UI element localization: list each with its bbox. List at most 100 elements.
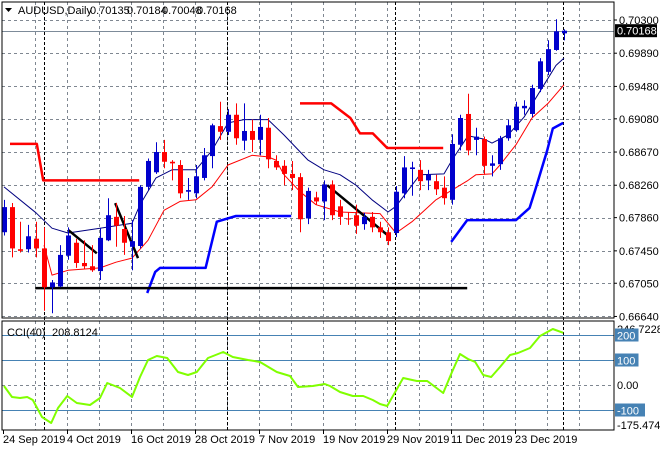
- candle-body: [490, 163, 495, 166]
- candle-body: [130, 241, 135, 247]
- candle-body: [418, 169, 423, 182]
- cci-level-label: 100: [617, 356, 635, 368]
- candle-body: [450, 143, 455, 200]
- trading-chart[interactable]: AUDUSD,Daily 0.70135 0.70184 0.70048 0.7…: [0, 0, 660, 450]
- current-price-label: 0.70168: [617, 26, 657, 38]
- price-label: 0.68670: [619, 147, 659, 159]
- bullish-candle: [146, 158, 151, 191]
- candle-body: [306, 190, 311, 219]
- candle-body: [354, 215, 359, 226]
- cci-value: 208.8124: [52, 327, 98, 339]
- candle-body: [98, 237, 103, 272]
- candle-body: [362, 216, 367, 225]
- date-label: 29 Nov 2019: [387, 434, 449, 446]
- price-label: 0.66640: [619, 311, 659, 323]
- price-label: 0.69890: [619, 48, 659, 60]
- candle-body: [562, 30, 567, 34]
- candle-body: [138, 186, 143, 246]
- bullish-candle: [450, 134, 455, 205]
- bearish-candle: [178, 160, 183, 199]
- price-label: 0.67450: [619, 246, 659, 258]
- date-label: 16 Oct 2019: [131, 434, 191, 446]
- candle-body: [378, 227, 383, 233]
- candle-body: [202, 155, 207, 178]
- date-label: 4 Oct 2019: [67, 434, 121, 446]
- ohlc-high: 0.70184: [127, 5, 167, 17]
- price-label: 0.69480: [619, 81, 659, 93]
- date-label: 23 Dec 2019: [515, 434, 577, 446]
- candle-body: [234, 114, 239, 139]
- candle-body: [26, 236, 31, 250]
- candle-body: [258, 126, 263, 140]
- candle-body: [162, 152, 167, 162]
- candle-body: [146, 160, 151, 187]
- candle-body: [282, 165, 287, 174]
- candle-body: [58, 254, 63, 287]
- candle-body: [434, 181, 439, 190]
- candle-body: [114, 216, 119, 226]
- current-price-tag: 0.70168: [615, 24, 657, 38]
- candle-body: [170, 161, 175, 164]
- candle-body: [466, 113, 471, 151]
- price-label: 0.68260: [619, 180, 659, 192]
- candle-body: [42, 248, 47, 288]
- candle-body: [178, 164, 183, 194]
- candle-body: [514, 106, 519, 131]
- date-label: 28 Oct 2019: [195, 434, 255, 446]
- date-label: 19 Nov 2019: [323, 434, 385, 446]
- candle-body: [34, 238, 39, 249]
- chart-header: AUDUSD,Daily 0.70135 0.70184 0.70048 0.7…: [5, 5, 237, 17]
- bullish-candle: [394, 186, 399, 238]
- candle-body: [250, 130, 255, 140]
- candle-body: [458, 118, 463, 145]
- candle-body: [82, 263, 87, 267]
- bullish-candle: [138, 185, 143, 249]
- candle-body: [90, 266, 95, 271]
- candle-body: [10, 207, 15, 249]
- price-label: 0.67050: [619, 278, 659, 290]
- candle-body: [242, 130, 247, 141]
- candle-body: [154, 152, 159, 173]
- bearish-candle: [330, 180, 335, 221]
- date-label: 11 Dec 2019: [451, 434, 513, 446]
- candle-body: [314, 197, 319, 202]
- candle-body: [370, 216, 375, 228]
- cci-level-label: 200: [617, 331, 635, 343]
- candle-body: [506, 125, 511, 139]
- candle-body: [482, 139, 487, 166]
- candle-body: [426, 174, 431, 181]
- candle-body: [442, 187, 447, 199]
- candle-body: [330, 184, 335, 216]
- candle-body: [18, 249, 23, 251]
- candle-body: [554, 31, 559, 50]
- candle-body: [106, 215, 111, 241]
- candle-body: [338, 206, 343, 217]
- candle-body: [122, 228, 127, 243]
- candle-body: [322, 184, 327, 202]
- candle-body: [410, 167, 415, 170]
- bullish-candle: [530, 84, 535, 118]
- candle-body: [290, 173, 295, 178]
- candle-body: [66, 235, 71, 256]
- candle-body: [226, 114, 231, 132]
- ohlc-low: 0.70048: [162, 5, 202, 17]
- candle-body: [402, 167, 407, 194]
- candle-body: [50, 282, 55, 288]
- price-label: 0.69080: [619, 114, 659, 126]
- candle-body: [186, 190, 191, 192]
- ohlc-open: 0.70135: [90, 5, 130, 17]
- cci-zero-label: 0.00: [617, 380, 638, 392]
- cci-level-label: -100: [617, 406, 639, 418]
- date-label: 7 Nov 2019: [259, 434, 315, 446]
- candle-body: [194, 176, 199, 194]
- cci-min-label: -175.4742: [617, 420, 660, 432]
- candle-body: [522, 105, 527, 109]
- cci-title: CCI(40): [7, 327, 46, 339]
- candle-body: [530, 88, 535, 114]
- candle-body: [74, 242, 79, 263]
- candle-body: [386, 232, 391, 242]
- ohlc-close: 0.70168: [197, 5, 237, 17]
- candle-body: [266, 127, 271, 160]
- bullish-candle: [538, 58, 543, 93]
- candle-body: [394, 191, 399, 234]
